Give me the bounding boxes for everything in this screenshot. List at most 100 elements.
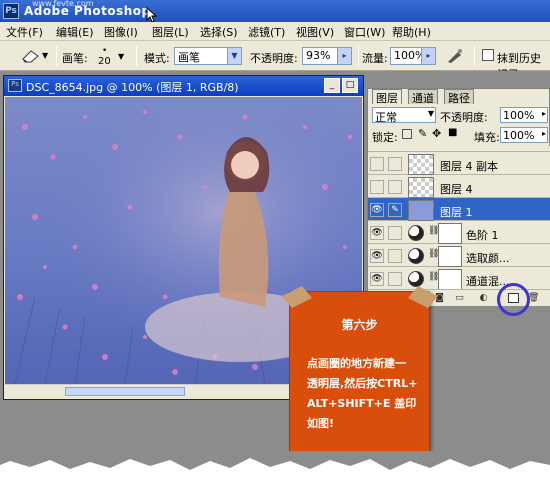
eye-hidden-icon[interactable] <box>370 180 384 194</box>
maximize-button[interactable]: □ <box>342 78 358 93</box>
blend-mode-value: 正常 <box>375 111 397 124</box>
eye-icon[interactable]: 👁 <box>370 249 384 263</box>
document-title: DSC_8654.jpg @ 100% (图层 1, RGB/8) <box>26 81 239 94</box>
tutorial-note: 第六步 点画圈的地方新建一 透明层,然后按CTRL+ ALT+SHIFT+E 盖… <box>282 286 438 466</box>
adjustment-layer-icon[interactable]: ◐ <box>478 293 489 303</box>
document-title-bar[interactable]: Ps DSC_8654.jpg @ 100% (图层 1, RGB/8) _ □ <box>4 76 363 96</box>
layer-row[interactable]: 👁 ✎ 图层 1 <box>368 198 550 221</box>
menu-select[interactable]: 选择(S) <box>200 24 238 40</box>
flow-label: 流量: <box>362 52 388 65</box>
menu-layer[interactable]: 图层(L) <box>152 24 189 40</box>
erase-to-history-checkbox[interactable] <box>482 49 494 61</box>
tab-paths[interactable]: 路径 <box>444 89 474 105</box>
note-title: 第六步 <box>341 318 378 332</box>
eye-icon[interactable]: 👁 <box>370 203 384 217</box>
eye-hidden-icon[interactable] <box>370 157 384 171</box>
layer-list: 图层 4 副本 图层 4 👁 ✎ 图层 1 👁 ⛓ 色阶 1 👁 ⛓ 选取颜... 👁 ⛓ 通道混... <box>368 152 550 289</box>
note-line: 点画圈的地方新建一 <box>307 357 406 370</box>
chevron-down-icon: ▼ <box>118 52 125 61</box>
chevron-right-icon: ▸ <box>541 109 546 118</box>
app-title: Adobe Photoshop <box>24 4 151 18</box>
layer-opacity-field[interactable]: 100% ▸ <box>500 107 548 123</box>
tab-layers[interactable]: 图层 <box>372 89 402 105</box>
layer-row[interactable]: 👁 ⛓ 色阶 1 <box>368 221 550 244</box>
tool-preset-arrow-icon[interactable]: ▼ <box>42 51 48 60</box>
flow-field[interactable]: 100% ▸ <box>390 47 436 65</box>
airbrush-icon[interactable] <box>446 48 464 64</box>
note-corner-tab-right <box>408 286 438 308</box>
layer-thumbnail[interactable] <box>408 177 434 198</box>
opacity-value: 93% <box>306 49 331 62</box>
layer-name: 图层 4 <box>440 183 473 196</box>
brush-picker[interactable]: • 20 ▼ <box>96 46 126 68</box>
link-slot[interactable] <box>388 249 402 263</box>
layers-panel: 图层 通道 路径 正常 ▼ 不透明度: 100% ▸ 锁定: ✎ ✥ ■ 填充:… <box>367 88 550 306</box>
menu-view[interactable]: 视图(V) <box>296 24 334 40</box>
chevron-down-icon: ▼ <box>427 109 434 118</box>
tab-channels[interactable]: 通道 <box>408 89 438 105</box>
new-group-icon[interactable]: ▭ <box>454 293 465 303</box>
note-corner-tab-left <box>282 286 312 308</box>
mode-value: 画笔 <box>178 51 200 64</box>
layer-name: 色阶 1 <box>466 229 499 242</box>
minimize-button[interactable]: _ <box>324 78 340 93</box>
scrollbar-thumb[interactable] <box>65 387 185 396</box>
app-title-bar: Ps www.fevte.com Adobe Photoshop <box>0 0 550 23</box>
lock-move-icon[interactable]: ✥ <box>432 127 441 140</box>
chevron-right-icon: ▸ <box>337 48 351 64</box>
menu-image[interactable]: 图像(I) <box>104 24 138 40</box>
menu-filter[interactable]: 滤镜(T) <box>248 24 285 40</box>
chevron-right-icon: ▸ <box>541 129 546 138</box>
blend-mode-select[interactable]: 正常 ▼ <box>372 107 436 124</box>
adjustment-icon <box>408 248 424 264</box>
layer-name: 图层 4 副本 <box>440 160 498 173</box>
eye-icon[interactable]: 👁 <box>370 272 384 286</box>
fill-label: 填充: <box>474 131 500 144</box>
link-slot[interactable] <box>388 272 402 286</box>
lock-brush-icon[interactable]: ✎ <box>418 127 427 140</box>
adjustment-icon <box>408 225 424 241</box>
lock-transparency-icon[interactable] <box>402 129 412 139</box>
link-slot[interactable] <box>388 226 402 240</box>
layer-row[interactable]: 图层 4 副本 <box>368 152 550 175</box>
menu-help[interactable]: 帮助(H) <box>392 24 431 40</box>
layer-thumbnail[interactable] <box>408 200 434 221</box>
note-body: 点画圈的地方新建一 透明层,然后按CTRL+ ALT+SHIFT+E 盖印 如图… <box>307 354 427 434</box>
layer-mask-thumbnail[interactable] <box>438 269 462 289</box>
menu-file[interactable]: 文件(F) <box>6 24 43 40</box>
eye-icon[interactable]: 👁 <box>370 226 384 240</box>
layer-mask-thumbnail[interactable] <box>438 246 462 267</box>
layer-opacity-label: 不透明度: <box>440 111 488 124</box>
photoshop-app-icon: Ps <box>3 3 19 19</box>
layer-opacity-value: 100% <box>503 109 535 122</box>
brush-icon[interactable]: ✎ <box>388 203 402 217</box>
mode-select[interactable]: 画笔 ▼ <box>174 47 242 65</box>
layer-thumbnail[interactable] <box>408 154 434 175</box>
lock-label: 锁定: <box>372 131 398 144</box>
menu-window[interactable]: 窗口(W) <box>344 24 385 40</box>
link-slot[interactable] <box>388 157 402 171</box>
layer-name: 图层 1 <box>440 206 473 219</box>
opacity-field[interactable]: 93% ▸ <box>302 47 352 65</box>
link-slot[interactable] <box>388 180 402 194</box>
layer-row[interactable]: 图层 4 <box>368 175 550 198</box>
brush-label: 画笔: <box>62 52 88 65</box>
layer-row[interactable]: 👁 ⛓ 选取颜... <box>368 244 550 267</box>
chevron-down-icon: ▼ <box>227 48 241 64</box>
note-line: 透明层,然后按CTRL+ <box>307 377 418 390</box>
adjustment-icon <box>408 271 424 287</box>
fill-value: 100% <box>503 129 535 142</box>
torn-paper-edge <box>0 451 550 498</box>
menu-edit[interactable]: 编辑(E) <box>56 24 94 40</box>
chevron-right-icon: ▸ <box>421 48 435 64</box>
fill-field[interactable]: 100% ▸ <box>500 127 548 143</box>
layer-name: 选取颜... <box>466 252 510 265</box>
tool-options-bar: ▼ 画笔: • 20 ▼ 模式: 画笔 ▼ 不透明度: 93% ▸ 流量: 10… <box>0 41 550 81</box>
lock-all-icon[interactable]: ■ <box>448 127 457 138</box>
document-icon: Ps <box>8 79 22 92</box>
menu-bar: 文件(F) 编辑(E) 图像(I) 图层(L) 选择(S) 滤镜(T) 视图(V… <box>0 22 550 41</box>
layer-mask-thumbnail[interactable] <box>438 223 462 244</box>
mode-label: 模式: <box>144 52 170 65</box>
eraser-tool-icon[interactable] <box>20 49 40 63</box>
opacity-label: 不透明度: <box>250 52 298 65</box>
